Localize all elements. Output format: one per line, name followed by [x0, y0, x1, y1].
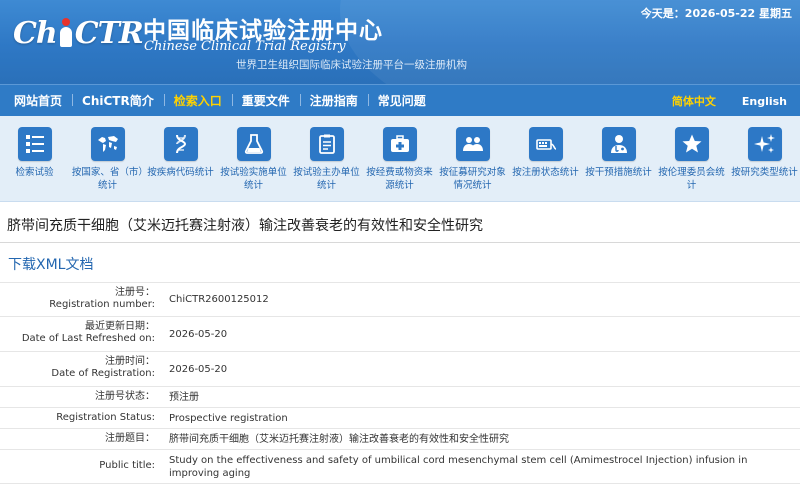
sparkle-icon	[747, 127, 782, 161]
nav-documents[interactable]: 重要文件	[231, 92, 300, 109]
site-header: Ch CTR 中国临床试验注册中心 Chinese Clinical Trial…	[0, 0, 800, 84]
list-icon	[17, 127, 52, 161]
stat-by-implementing-unit[interactable]: 按试验实施单位统计	[217, 127, 290, 192]
divider	[0, 242, 800, 243]
stat-by-disease[interactable]: 按疾病代码统计	[144, 127, 217, 179]
label-en: Public title:	[99, 460, 155, 471]
detail-row-registration-date: 注册时间： Date of Registration: 2026-05-20	[0, 352, 800, 387]
logo-prefix: Ch	[13, 15, 58, 51]
label-cn: 最近更新日期：	[85, 321, 155, 332]
detail-label: 注册时间： Date of Registration:	[0, 352, 160, 386]
stat-label: 按试验主办单位统计	[293, 167, 360, 191]
people-icon	[455, 127, 490, 161]
chictr-logo[interactable]: Ch CTR	[13, 8, 144, 58]
statistics-icon-bar: 检索试验 按国家、省（市）统计 按疾病代码统计 按试验实施单位统计 按试验主办单…	[0, 116, 800, 202]
detail-value: 预注册	[169, 391, 199, 403]
registration-status-icon	[528, 127, 563, 161]
detail-row-public-title-cn: 注册题目： 脐带间充质干细胞（艾米迈托赛注射液）输注改善衰老的有效性和安全性研究	[0, 429, 800, 450]
detail-label: 注册号： Registration number:	[0, 283, 160, 316]
stat-label: 按经费或物资来源统计	[366, 167, 433, 191]
label-cn: 注册题目：	[105, 433, 155, 444]
detail-row-registration-number: 注册号： Registration number: ChiCTR26001250…	[0, 283, 800, 317]
detail-value: ChiCTR2600125012	[169, 294, 269, 305]
detail-label: Registration Status:	[0, 408, 160, 428]
dna-icon	[163, 127, 198, 161]
flask-icon	[236, 127, 271, 161]
stat-label: 按征募研究对象情况统计	[439, 167, 506, 191]
stat-search-trials[interactable]: 检索试验	[0, 127, 71, 179]
stat-by-recruitment[interactable]: 按征募研究对象情况统计	[436, 127, 509, 192]
stat-label: 按国家、省（市）统计	[71, 167, 144, 191]
current-date: 今天是：2026-05-22 星期五	[640, 7, 792, 20]
detail-row-status-cn: 注册号状态： 预注册	[0, 387, 800, 408]
main-nav: 网站首页 ChiCTR简介 检索入口 重要文件 注册指南 常见问题 简体中文 E…	[0, 84, 800, 116]
study-title: 脐带间充质干细胞（艾米迈托赛注射液）输注改善衰老的有效性和安全性研究	[7, 218, 483, 234]
detail-label: 注册号状态：	[0, 387, 160, 407]
label-en: Date of Registration:	[51, 368, 155, 379]
site-subtitle: 世界卫生组织国际临床试验注册平台一级注册机构	[236, 59, 467, 71]
nav-home[interactable]: 网站首页	[0, 92, 72, 109]
label-en: Registration Status:	[56, 412, 155, 423]
stat-by-intervention[interactable]: 按干预措施统计	[582, 127, 655, 179]
detail-row-last-refreshed: 最近更新日期： Date of Last Refreshed on: 2026-…	[0, 317, 800, 352]
label-cn: 注册时间：	[105, 356, 155, 367]
download-xml-link[interactable]: 下载XML文档	[8, 254, 93, 274]
detail-row-status-en: Registration Status: Prospective registr…	[0, 408, 800, 429]
medical-kit-icon	[382, 127, 417, 161]
site-title-en: Chinese Clinical Trial Registry	[144, 39, 346, 54]
stat-label: 按疾病代码统计	[147, 167, 214, 178]
stat-by-study-type[interactable]: 按研究类型统计	[728, 127, 800, 179]
detail-label: Public title:	[0, 450, 160, 483]
label-cn: 注册号状态：	[95, 391, 155, 402]
stat-by-ethics-committee[interactable]: 按伦理委员会统计	[655, 127, 728, 192]
stat-label: 按试验实施单位统计	[220, 167, 287, 191]
detail-label: 最近更新日期： Date of Last Refreshed on:	[0, 317, 160, 351]
stat-by-funding-source[interactable]: 按经费或物资来源统计	[363, 127, 436, 192]
lang-english[interactable]: English	[729, 95, 800, 108]
label-cn: 注册号：	[115, 287, 155, 298]
lang-chinese[interactable]: 简体中文	[659, 93, 729, 109]
detail-value: Study on the effectiveness and safety of…	[169, 454, 748, 479]
detail-label: 注册题目：	[0, 429, 160, 449]
registration-details-table: 注册号： Registration number: ChiCTR26001250…	[0, 282, 800, 484]
logo-suffix: CTR	[74, 15, 144, 51]
stat-label: 按注册状态统计	[512, 167, 579, 178]
detail-value: 2026-05-20	[169, 363, 228, 375]
stat-by-sponsor[interactable]: 按试验主办单位统计	[290, 127, 363, 192]
nav-guide[interactable]: 注册指南	[299, 92, 368, 109]
stat-by-registration-status[interactable]: 按注册状态统计	[509, 127, 582, 179]
detail-value: 脐带间充质干细胞（艾米迈托赛注射液）输注改善衰老的有效性和安全性研究	[169, 433, 509, 445]
stat-label: 按研究类型统计	[731, 167, 798, 178]
doctor-icon	[601, 127, 636, 161]
clipboard-icon	[309, 127, 344, 161]
label-en: Registration number:	[49, 299, 155, 310]
star-icon	[674, 127, 709, 161]
detail-value: Prospective registration	[169, 412, 288, 424]
detail-value: 2026-05-20	[169, 328, 228, 340]
stat-label: 按伦理委员会统计	[658, 167, 725, 191]
detail-row-public-title-en: Public title: Study on the effectiveness…	[0, 450, 800, 484]
nav-about[interactable]: ChiCTR简介	[72, 92, 164, 109]
nav-search[interactable]: 检索入口	[163, 92, 232, 109]
stat-label: 按干预措施统计	[585, 167, 652, 178]
stat-by-country[interactable]: 按国家、省（市）统计	[71, 127, 144, 192]
stat-label: 检索试验	[15, 167, 54, 178]
label-en: Date of Last Refreshed on:	[21, 333, 155, 344]
world-map-icon	[90, 127, 125, 161]
logo-figure-icon	[58, 16, 74, 50]
nav-faq[interactable]: 常见问题	[367, 92, 436, 109]
